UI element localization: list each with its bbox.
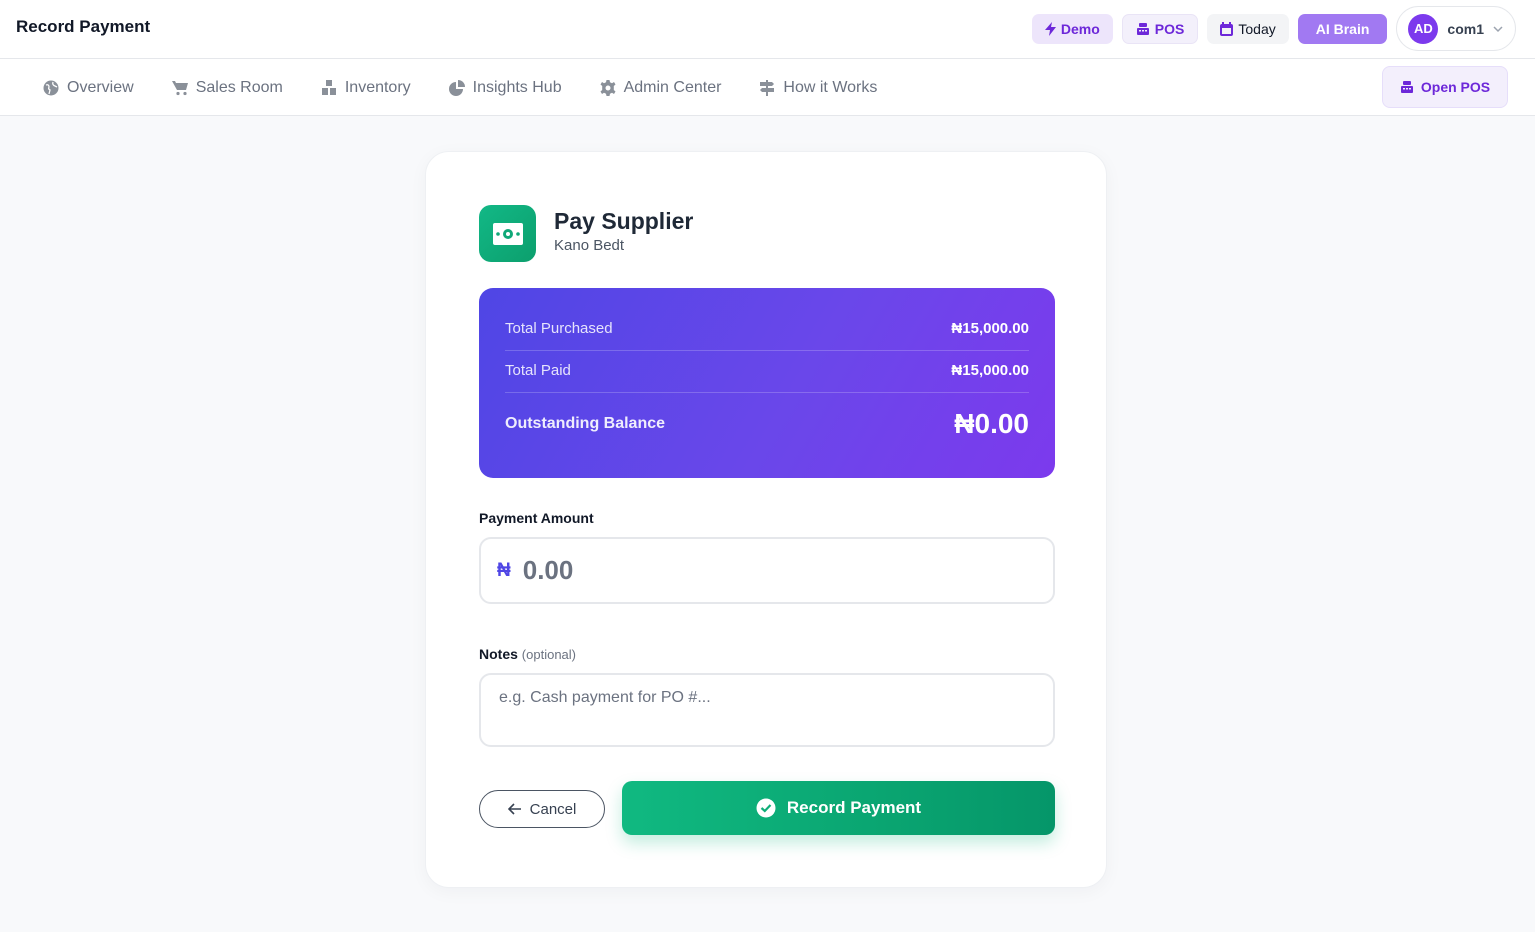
today-button[interactable]: Today [1207,13,1289,44]
nav-label: Inventory [344,78,411,96]
notes-input[interactable] [499,689,1035,731]
payment-amount-label: Payment Amount [479,510,594,526]
lightning-icon [1044,21,1056,36]
money-icon [479,205,536,262]
divider [505,350,1029,351]
check-circle-icon [756,798,776,818]
nav-item-admin-center[interactable]: Admin Center [600,78,722,97]
nav-label: Overview [67,78,134,96]
globe-icon [43,80,59,95]
nav-item-insights-hub[interactable]: Insights Hub [448,78,562,97]
outstanding-balance-label: Outstanding Balance [505,415,666,432]
total-purchased-row: Total Purchased ₦15,000.00 [505,320,1029,337]
record-payment-label: Record Payment [786,798,922,817]
nav-item-sales-room[interactable]: Sales Room [171,78,283,97]
arrow-left-icon [507,803,521,815]
total-purchased-value: ₦15,000.00 [951,320,1029,337]
today-label: Today [1238,20,1276,37]
notes-optional-label: (optional) [521,647,576,662]
divider [505,392,1029,393]
pos-label: POS [1154,20,1185,37]
page-title: Record Payment [16,17,151,36]
open-pos-label: Open POS [1420,79,1491,95]
nav-item-inventory[interactable]: Inventory [321,79,411,97]
pie-chart-icon [448,79,465,96]
ai-brain-label: AI Brain [1315,20,1370,37]
nav-label: How it Works [783,78,878,96]
top-bar: Record Payment Demo POS Today AI Brain A… [0,0,1535,59]
balance-summary: Total Purchased ₦15,000.00 Total Paid ₦1… [479,288,1055,478]
total-purchased-label: Total Purchased [505,320,613,337]
user-menu[interactable]: AD com1 [1396,6,1516,51]
total-paid-label: Total Paid [505,362,571,379]
top-actions: Demo POS Today AI Brain AD com1 [1031,6,1516,51]
signpost-icon [760,79,775,96]
payment-amount-field[interactable]: ₦ [479,537,1055,604]
main-nav: Overview Sales Room Inventory Insights H… [0,59,1535,116]
register-icon [1136,22,1149,35]
card-title: Pay Supplier [554,208,694,234]
avatar: AD [1408,13,1439,44]
payment-amount-input[interactable] [522,555,1023,586]
currency-symbol: ₦ [497,559,511,581]
chevron-down-icon [1493,25,1503,32]
nav-label: Insights Hub [472,78,562,96]
nav-label: Admin Center [623,78,722,96]
nav-item-overview[interactable]: Overview [43,79,134,97]
demo-button[interactable]: Demo [1031,13,1113,44]
nav-items: Overview Sales Room Inventory Insights H… [43,59,915,116]
register-icon [1400,81,1413,93]
record-payment-button[interactable]: Record Payment [622,781,1055,835]
cart-icon [171,80,188,95]
notes-field[interactable] [479,673,1055,747]
notes-label-text: Notes [479,646,518,662]
nav-label: Sales Room [195,78,283,96]
notes-label: Notes (optional) [479,646,576,662]
pos-button[interactable]: POS [1121,13,1199,44]
outstanding-balance-row: Outstanding Balance ₦0.00 [505,408,1029,440]
gear-icon [600,79,616,96]
cancel-label: Cancel [529,800,577,818]
total-paid-row: Total Paid ₦15,000.00 [505,362,1029,379]
open-pos-button[interactable]: Open POS [1382,66,1508,108]
demo-label: Demo [1060,20,1100,37]
outstanding-balance-value: ₦0.00 [954,408,1029,439]
user-name: com1 [1447,20,1484,37]
boxes-icon [321,79,336,95]
pay-supplier-card: Pay Supplier Kano Bedt Total Purchased ₦… [425,151,1107,888]
supplier-name: Kano Bedt [554,237,625,254]
cancel-button[interactable]: Cancel [479,790,605,828]
calendar-icon [1220,21,1234,36]
total-paid-value: ₦15,000.00 [951,362,1029,379]
nav-item-how-it-works[interactable]: How it Works [759,79,877,97]
ai-brain-button[interactable]: AI Brain [1297,13,1388,44]
